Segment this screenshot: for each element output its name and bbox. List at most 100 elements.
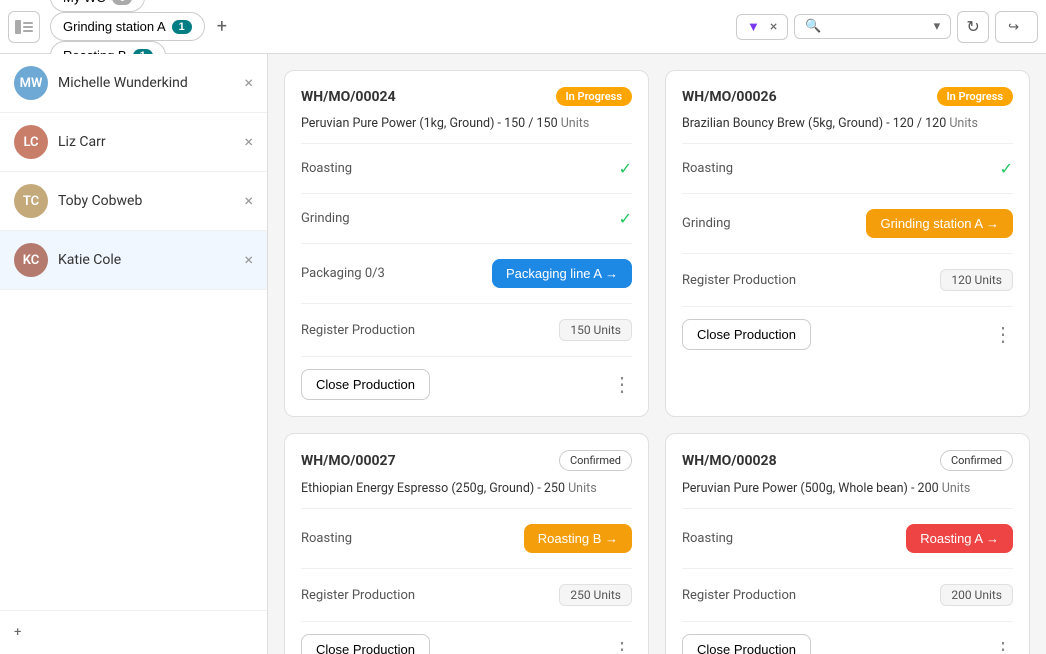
sidebar-toggle-button[interactable] (8, 11, 40, 43)
register-production-row: Register Production 250 Units (301, 581, 632, 609)
operator-list: MW Michelle Wunderkind × LC Liz Carr × T… (0, 54, 267, 610)
card-id: WH/MO/00028 (682, 453, 777, 469)
operator-item[interactable]: KC Katie Cole × (0, 231, 267, 290)
card-product: Ethiopian Energy Espresso (250g, Ground)… (301, 481, 632, 496)
operator-item[interactable]: MW Michelle Wunderkind × (0, 54, 267, 113)
step-label: Roasting (301, 161, 352, 176)
search-caret-icon[interactable]: ▾ (934, 19, 941, 34)
card-footer: Close Production ⋮ (682, 634, 1013, 654)
action-button[interactable]: Roasting A → (906, 524, 1013, 553)
step-label: Roasting (301, 531, 352, 546)
register-qty: 250 Units (559, 584, 632, 606)
tab-label-grinding-station-a: Grinding station A (63, 19, 166, 34)
register-production-label: Register Production (301, 323, 415, 338)
close-icon: ↪ (1008, 19, 1019, 35)
status-badge: In Progress (937, 87, 1013, 106)
register-production-label: Register Production (301, 588, 415, 603)
sidebar: MW Michelle Wunderkind × LC Liz Carr × T… (0, 54, 268, 654)
remove-operator-button[interactable]: × (244, 75, 253, 91)
close-production-button[interactable]: Close Production (682, 319, 811, 350)
card-id: WH/MO/00027 (301, 453, 396, 469)
remove-operator-button[interactable]: × (244, 252, 253, 268)
step-label: Grinding (301, 211, 350, 226)
more-options-button[interactable]: ⋮ (612, 375, 632, 395)
register-qty: 150 Units (559, 319, 632, 341)
tab-grinding-station-a[interactable]: Grinding station A 1 (50, 12, 205, 41)
more-options-button[interactable]: ⋮ (993, 640, 1013, 654)
check-icon: ✓ (619, 159, 632, 178)
search-area: ▼ × 🔍 ▾ ↻ ↪ (736, 11, 1038, 43)
register-production-row: Register Production 200 Units (682, 581, 1013, 609)
production-card: WH/MO/00028 Confirmed Peruvian Pure Powe… (665, 433, 1030, 654)
card-footer: Close Production ⋮ (301, 369, 632, 400)
operator-name: Katie Cole (58, 252, 234, 268)
register-production-row: Register Production 150 Units (301, 316, 632, 344)
step-row: Roasting ✓ (301, 156, 632, 181)
step-label: Roasting (682, 161, 733, 176)
product-unit: Units (568, 481, 597, 496)
more-options-button[interactable]: ⋮ (612, 640, 632, 654)
main-layout: MW Michelle Wunderkind × LC Liz Carr × T… (0, 54, 1046, 654)
close-production-button[interactable]: Close Production (682, 634, 811, 654)
check-icon: ✓ (1000, 159, 1013, 178)
status-badge: In Progress (556, 87, 632, 106)
step-label: Roasting (682, 531, 733, 546)
action-button[interactable]: Packaging line A → (492, 259, 632, 288)
avatar: TC (14, 184, 48, 218)
operator-item[interactable]: LC Liz Carr × (0, 113, 267, 172)
card-product: Peruvian Pure Power (1kg, Ground) - 150 … (301, 116, 632, 131)
topbar: All MO4My WO0Grinding station A1Roasting… (0, 0, 1046, 54)
action-button[interactable]: Roasting B → (524, 524, 632, 553)
register-production-label: Register Production (682, 588, 796, 603)
packaging-qty-label: Packaging 0/3 (301, 266, 385, 281)
card-header: WH/MO/00026 In Progress (682, 87, 1013, 106)
filter-close-icon[interactable]: × (770, 19, 777, 35)
close-production-button[interactable]: Close Production (301, 369, 430, 400)
cards-area: WH/MO/00024 In Progress Peruvian Pure Po… (268, 54, 1046, 654)
card-id: WH/MO/00024 (301, 89, 396, 105)
card-product: Peruvian Pure Power (500g, Whole bean) -… (682, 481, 1013, 496)
operator-name: Michelle Wunderkind (58, 75, 234, 91)
search-input[interactable] (828, 19, 928, 34)
operator-item[interactable]: TC Toby Cobweb × (0, 172, 267, 231)
card-header: WH/MO/00027 Confirmed (301, 450, 632, 471)
product-unit: Units (561, 116, 590, 131)
tab-my-wo[interactable]: My WO 0 (50, 0, 145, 12)
tab-badge-grinding-station-a: 1 (172, 20, 192, 34)
step-row-action: Roasting Roasting B → (301, 521, 632, 556)
remove-operator-button[interactable]: × (244, 193, 253, 209)
close-button[interactable]: ↪ (995, 11, 1038, 43)
operator-name: Toby Cobweb (58, 193, 234, 209)
tab-badge-my-wo: 0 (112, 0, 132, 5)
step-label: Grinding (682, 216, 731, 231)
add-tab-button[interactable]: + (209, 12, 235, 41)
close-production-button[interactable]: Close Production (301, 634, 430, 654)
status-badge: Confirmed (940, 450, 1013, 471)
avatar: MW (14, 66, 48, 100)
step-row-action: Roasting Roasting A → (682, 521, 1013, 556)
check-icon: ✓ (619, 209, 632, 228)
step-row-action: Grinding Grinding station A → (682, 206, 1013, 241)
more-options-button[interactable]: ⋮ (993, 325, 1013, 345)
step-row: Roasting ✓ (682, 156, 1013, 181)
filter-pill[interactable]: ▼ × (736, 14, 788, 40)
refresh-button[interactable]: ↻ (957, 11, 989, 43)
step-row-action: Packaging 0/3 Packaging line A → (301, 256, 632, 291)
card-product: Brazilian Bouncy Brew (5kg, Ground) - 12… (682, 116, 1013, 131)
register-qty: 200 Units (940, 584, 1013, 606)
register-production-row: Register Production 120 Units (682, 266, 1013, 294)
search-icon: 🔍 (805, 19, 821, 34)
operator-name: Liz Carr (58, 134, 234, 150)
status-badge: Confirmed (559, 450, 632, 471)
add-operator-button[interactable]: + (0, 610, 267, 654)
avatar: KC (14, 243, 48, 277)
product-unit: Units (942, 481, 971, 496)
step-row: Grinding ✓ (301, 206, 632, 231)
remove-operator-button[interactable]: × (244, 134, 253, 150)
production-card: WH/MO/00027 Confirmed Ethiopian Energy E… (284, 433, 649, 654)
search-box: 🔍 ▾ (794, 14, 951, 39)
card-header: WH/MO/00028 Confirmed (682, 450, 1013, 471)
action-button[interactable]: Grinding station A → (866, 209, 1013, 238)
tab-label-my-wo: My WO (63, 0, 106, 5)
register-production-label: Register Production (682, 273, 796, 288)
